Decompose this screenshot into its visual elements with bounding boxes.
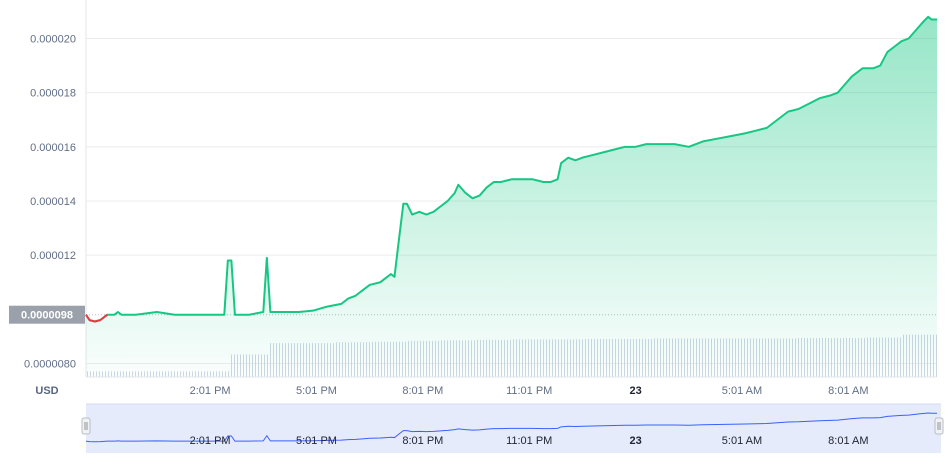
baseline-label: 0.0000098 [21, 310, 73, 322]
y-tick-label-0: 0.0000080 [24, 358, 76, 370]
navigator-x-label-5: 5:01 AM [722, 435, 762, 447]
y-tick-label-5: 0.000020 [30, 33, 76, 45]
y-tick-label-3: 0.000016 [30, 142, 76, 154]
price-area-fill [86, 16, 937, 378]
left-handle-box [81, 417, 91, 435]
navigator-right-handle[interactable] [934, 417, 944, 435]
y-tick-label-1: 0.000012 [30, 250, 76, 262]
y-tick-label-4: 0.000018 [30, 88, 76, 100]
x-tick-label-2: 8:01 PM [402, 385, 443, 397]
x-tick-label-1: 5:01 PM [296, 385, 337, 397]
right-handle-box [934, 417, 944, 435]
x-tick-label-0: 2:01 PM [190, 385, 231, 397]
x-tick-label-3: 11:01 PM [506, 385, 552, 397]
currency-label: USD [35, 385, 58, 397]
x-tick-label-4: 23 [629, 385, 641, 397]
price-chart-svg: 0.0000080 0.000012 0.000014 0.000016 0.00001… [9, 0, 944, 453]
navigator-x-label-4: 23 [629, 435, 641, 447]
navigator-x-label-1: 5:01 PM [296, 435, 337, 447]
navigator-left-handle[interactable] [81, 417, 91, 435]
navigator-x-label-3: 11:01 PM [506, 435, 552, 447]
navigator-x-label-6: 8:01 AM [828, 435, 868, 447]
x-tick-label-5: 5:01 AM [722, 385, 762, 397]
navigator-x-label-0: 2:01 PM [190, 435, 231, 447]
navigator-x-label-2: 8:01 PM [402, 435, 443, 447]
price-chart: 0.0000080 0.000012 0.000014 0.000016 0.00001… [0, 0, 951, 463]
x-tick-label-6: 8:01 AM [828, 385, 868, 397]
y-tick-label-2: 0.000014 [30, 196, 76, 208]
